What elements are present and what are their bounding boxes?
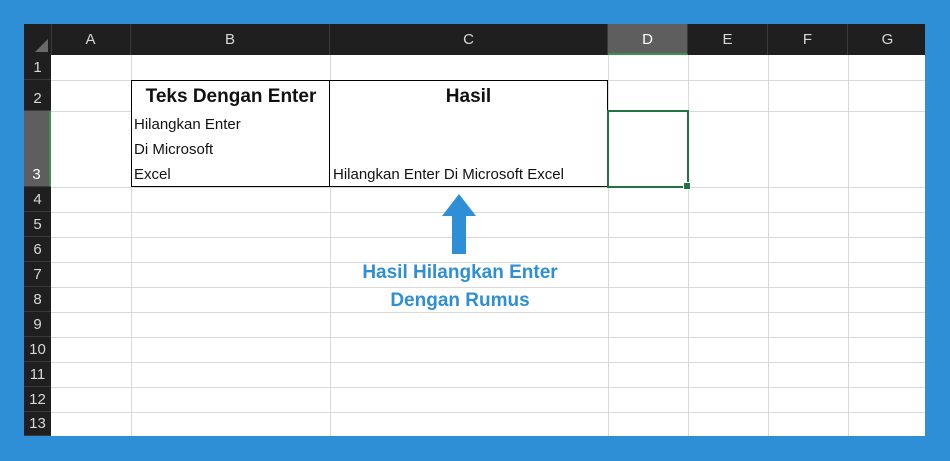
row-header-11[interactable]: 11 (24, 362, 51, 387)
gridline (51, 362, 925, 363)
column-header-g[interactable]: G (848, 24, 925, 55)
row-header-3[interactable]: 3 (24, 111, 51, 187)
column-header-a[interactable]: A (51, 24, 131, 55)
gridline (51, 212, 925, 213)
annotation-line-1: Hasil Hilangkan Enter (362, 262, 558, 283)
row-header-6[interactable]: 6 (24, 237, 51, 262)
cell-b3[interactable]: Hilangkan Enter Di Microsoft Excel (131, 111, 331, 187)
annotation-line-2: Dengan Rumus (390, 290, 530, 311)
cell-b2[interactable]: Teks Dengan Enter (131, 80, 331, 112)
row-header-4[interactable]: 4 (24, 187, 51, 212)
gridline (768, 55, 769, 436)
row-header-7[interactable]: 7 (24, 262, 51, 287)
cell-b3-line-1: Hilangkan Enter (134, 116, 241, 133)
cell-c2[interactable]: Hasil (329, 80, 608, 112)
gridline (51, 187, 925, 188)
column-header-b[interactable]: B (131, 24, 330, 55)
active-cell-d3[interactable] (607, 110, 691, 190)
row-header-2[interactable]: 2 (24, 80, 51, 111)
gridline (51, 287, 925, 288)
column-header-d[interactable]: D (608, 24, 688, 55)
row-header-12[interactable]: 12 (24, 387, 51, 412)
cell-c3[interactable]: Hilangkan Enter Di Microsoft Excel (329, 111, 608, 187)
cell-b3-line-2: Di Microsoft (134, 141, 214, 158)
up-arrow-icon (442, 194, 476, 254)
row-header-1[interactable]: 1 (24, 55, 51, 80)
gridline (51, 312, 925, 313)
row-header-9[interactable]: 9 (24, 312, 51, 337)
gridline (51, 412, 925, 413)
spreadsheet: A B C D E F G 1 2 3 4 5 6 7 8 9 10 11 12… (24, 24, 925, 436)
row-header-13[interactable]: 13 (24, 412, 51, 436)
gridline (848, 55, 849, 436)
column-header-bar: A B C D E F G (24, 24, 925, 55)
select-all-triangle-icon (35, 39, 48, 52)
column-header-f[interactable]: F (768, 24, 848, 55)
row-header-bar: 1 2 3 4 5 6 7 8 9 10 11 12 13 (24, 55, 51, 436)
gridline (51, 387, 925, 388)
row-header-5[interactable]: 5 (24, 212, 51, 237)
row-header-8[interactable]: 8 (24, 287, 51, 312)
gridline (51, 337, 925, 338)
column-header-e[interactable]: E (688, 24, 768, 55)
fill-handle[interactable] (683, 182, 691, 190)
cell-b3-line-3: Excel (134, 166, 171, 183)
row-header-10[interactable]: 10 (24, 337, 51, 362)
cell-c3-value: Hilangkan Enter Di Microsoft Excel (333, 166, 564, 183)
gridline (51, 237, 925, 238)
column-header-c[interactable]: C (330, 24, 608, 55)
select-all-button[interactable] (24, 24, 52, 55)
